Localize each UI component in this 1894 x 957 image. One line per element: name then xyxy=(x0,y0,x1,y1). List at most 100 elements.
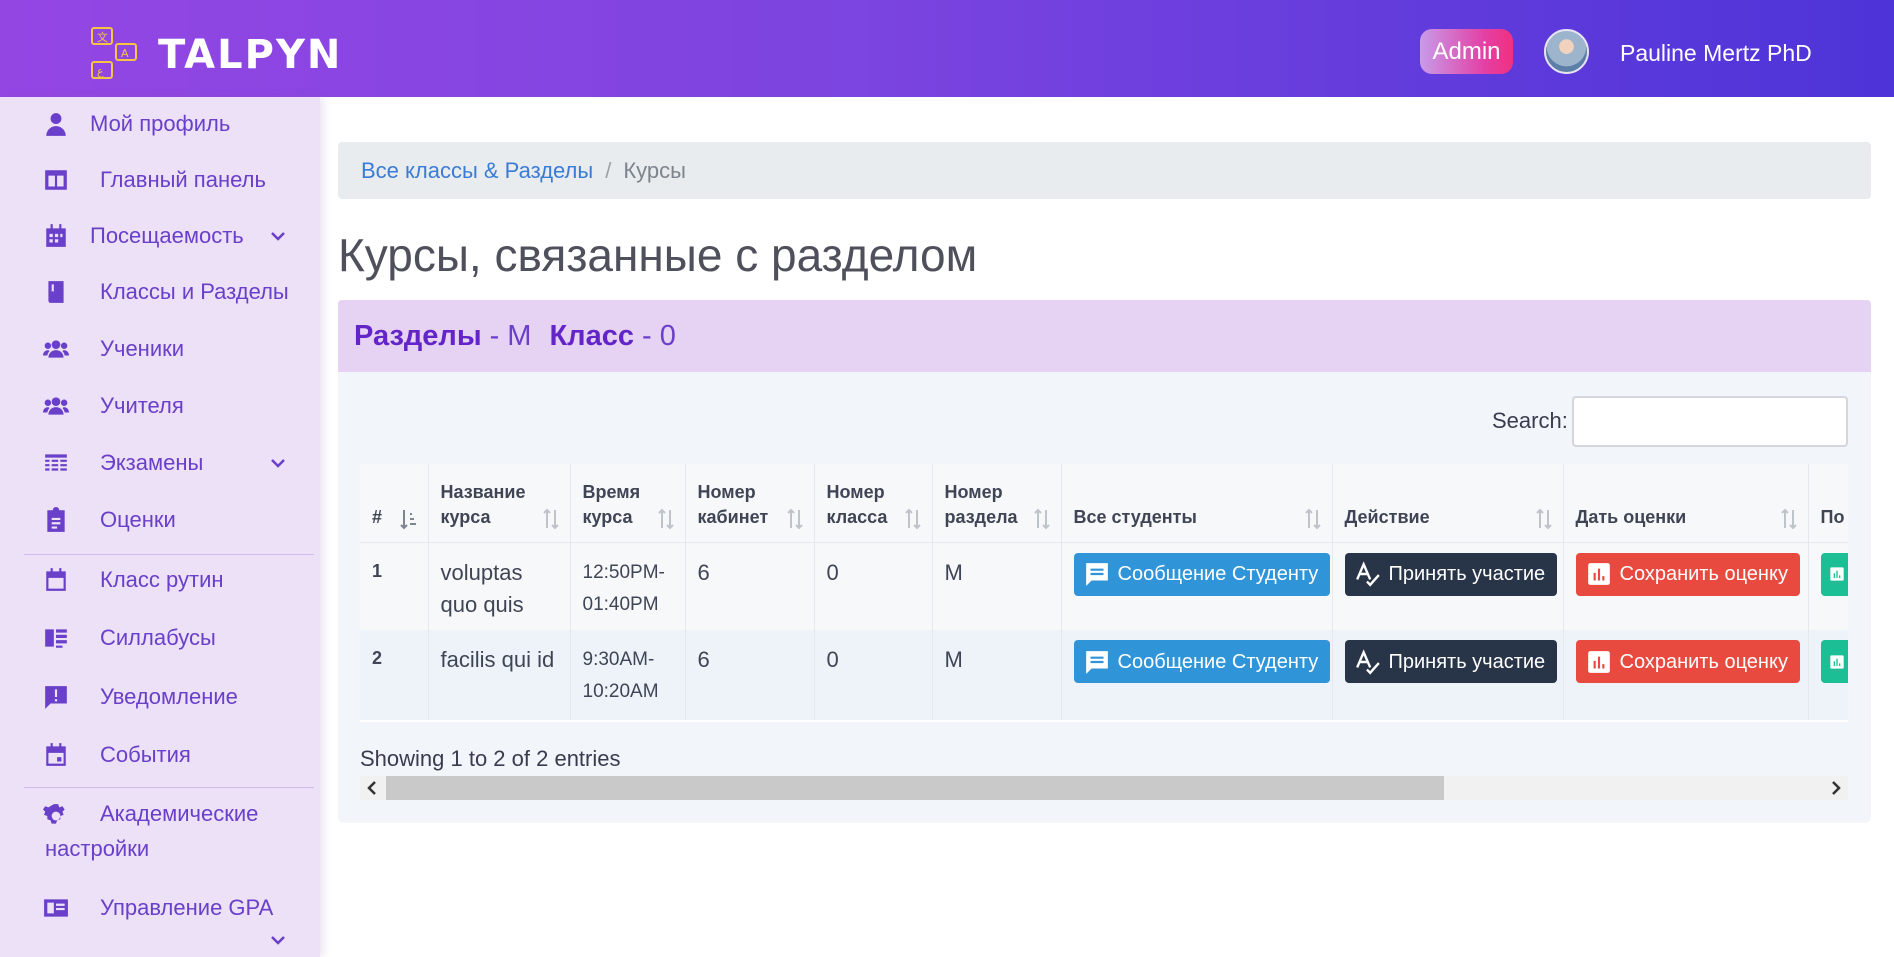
column-header[interactable]: Дать оценки xyxy=(1563,464,1809,543)
section-header: Разделы - M Класс - 0 xyxy=(338,300,1871,372)
sidebar-item-teachers[interactable]: Учителя xyxy=(0,379,320,433)
sidebar-item-dashboard[interactable]: Главный панель xyxy=(0,153,320,207)
course-time: 9:30AM-10:20AM xyxy=(570,630,686,720)
class-number: 0 xyxy=(814,542,933,630)
column-header[interactable]: Название курса xyxy=(428,464,571,543)
grade-cell: Сохранить оценку xyxy=(1563,542,1809,630)
scrollbar-thumb[interactable] xyxy=(386,776,1444,800)
sidebar-item-classes[interactable]: Классы и Разделы xyxy=(0,265,320,319)
event-icon xyxy=(42,741,70,769)
extra-cell xyxy=(1808,630,1848,720)
sidebar-item-gpa[interactable]: Управление GPA xyxy=(0,881,320,935)
sidebar-divider xyxy=(24,787,314,788)
spellcheck-icon xyxy=(1355,648,1380,675)
list-icon xyxy=(42,624,70,652)
message-student-button[interactable]: Сообщение Студенту xyxy=(1073,640,1331,683)
svg-text:ع: ع xyxy=(97,65,104,78)
breadcrumb-separator: / xyxy=(605,157,612,183)
sidebar-item-attendance[interactable]: Посещаемость xyxy=(0,209,320,263)
clipboard-icon xyxy=(42,506,70,534)
sidebar-item-notice[interactable]: Уведомление xyxy=(0,670,320,724)
dashboard-icon xyxy=(42,166,70,194)
sidebar-item-grades[interactable]: Оценки xyxy=(0,493,320,547)
class-number: 0 xyxy=(814,630,933,720)
attend-button[interactable]: Принять участие xyxy=(1344,640,1558,683)
column-header[interactable]: # xyxy=(360,464,429,543)
breadcrumb-link[interactable]: Все классы & Разделы xyxy=(361,158,593,184)
role-badge[interactable]: Admin xyxy=(1420,29,1513,74)
section-value: - M xyxy=(489,319,532,352)
extra-action-button[interactable] xyxy=(1820,552,1848,596)
action-cell: Принять участие xyxy=(1332,630,1564,720)
sidebar-item-students[interactable]: Ученики xyxy=(0,322,320,376)
sidebar-item-label: Оценки xyxy=(100,507,176,532)
id-card-icon xyxy=(42,894,70,922)
sidebar-item-label: Мой профиль xyxy=(90,111,231,136)
brand-logo[interactable]: 文 A ع TALPYN xyxy=(90,26,342,84)
calendar-icon xyxy=(42,566,70,594)
chevron-down-icon[interactable] xyxy=(268,226,288,246)
spellcheck-icon xyxy=(1355,561,1380,587)
chart-icon xyxy=(1829,654,1844,669)
horizontal-scrollbar[interactable] xyxy=(360,776,1848,800)
search-input[interactable] xyxy=(1572,396,1848,447)
action-cell: Принять участие xyxy=(1332,542,1564,630)
column-header[interactable]: Время курса xyxy=(570,464,686,543)
room-number: 6 xyxy=(685,630,815,720)
sidebar-item-profile[interactable]: Мой профиль xyxy=(0,97,320,151)
sort-icon[interactable] xyxy=(904,508,922,530)
column-header[interactable]: Все студенты xyxy=(1061,464,1333,543)
sidebar-item-label: Управление GPA xyxy=(100,895,274,920)
sidebar-item-syllabus[interactable]: Силлабусы xyxy=(0,611,320,665)
column-header[interactable]: Действие xyxy=(1332,464,1564,543)
attend-button[interactable]: Принять участие xyxy=(1344,552,1558,596)
table-header-row: # Название курса Время курса Номер кабин… xyxy=(360,464,1848,543)
section-number: M xyxy=(932,630,1062,720)
message-icon xyxy=(1085,563,1108,586)
scroll-right-icon[interactable] xyxy=(1828,780,1844,796)
row-number: 2 xyxy=(360,630,429,720)
chevron-down-icon[interactable] xyxy=(268,453,288,473)
column-header[interactable]: Номер раздела xyxy=(932,464,1062,543)
table-row: 2 facilis qui id 9:30AM-10:20AM 6 0 M Со… xyxy=(360,630,1848,720)
column-header[interactable]: По xyxy=(1808,464,1848,543)
search-label: Search: xyxy=(1492,408,1568,433)
chart-icon xyxy=(1829,567,1844,581)
sort-icon[interactable] xyxy=(542,508,560,530)
alert-message-icon xyxy=(42,683,70,711)
sidebar-item-routine[interactable]: Класс рутин xyxy=(0,553,320,607)
sidebar-item-label: Класс рутин xyxy=(100,567,224,592)
book-icon xyxy=(42,278,70,306)
class-label: Класс xyxy=(549,319,634,352)
sort-icon[interactable] xyxy=(1780,508,1798,530)
chevron-down-icon[interactable] xyxy=(268,930,288,950)
sort-icon[interactable] xyxy=(1535,508,1553,530)
course-name: voluptas quo quis xyxy=(428,542,571,630)
save-grade-button[interactable]: Сохранить оценку xyxy=(1575,640,1800,683)
message-student-button[interactable]: Сообщение Студенту xyxy=(1073,552,1331,596)
scroll-left-icon[interactable] xyxy=(364,780,380,796)
column-header[interactable]: Номер кабинет xyxy=(685,464,815,543)
sidebar-item-exams[interactable]: Экзамены xyxy=(0,436,320,490)
sort-asc-icon[interactable] xyxy=(399,508,418,530)
sidebar-item-label: Уведомление xyxy=(100,684,238,709)
user-name[interactable]: Pauline Mertz PhD xyxy=(1620,40,1812,67)
column-header[interactable]: Номер класса xyxy=(814,464,933,543)
room-number: 6 xyxy=(685,542,815,630)
avatar[interactable] xyxy=(1544,29,1589,74)
extra-action-button[interactable] xyxy=(1820,640,1848,683)
sort-icon[interactable] xyxy=(1033,508,1051,530)
users-icon xyxy=(42,392,70,420)
sidebar-item-label: События xyxy=(100,742,191,767)
sort-icon[interactable] xyxy=(786,508,804,530)
sort-icon[interactable] xyxy=(657,508,675,530)
save-grade-button[interactable]: Сохранить оценку xyxy=(1575,552,1800,596)
sidebar-item-academic-settings[interactable]: Академические настройки xyxy=(0,792,320,870)
breadcrumb: Все классы & Разделы / Курсы xyxy=(338,142,1871,199)
sort-icon[interactable] xyxy=(1304,508,1322,530)
course-time: 12:50PM-01:40PM xyxy=(570,542,686,630)
sidebar-item-events[interactable]: События xyxy=(0,728,320,782)
sidebar: Мой профиль Главный панель Посещаемость … xyxy=(0,97,320,957)
sidebar-item-label: Классы и Разделы xyxy=(100,279,289,304)
course-name: facilis qui id xyxy=(428,630,571,720)
